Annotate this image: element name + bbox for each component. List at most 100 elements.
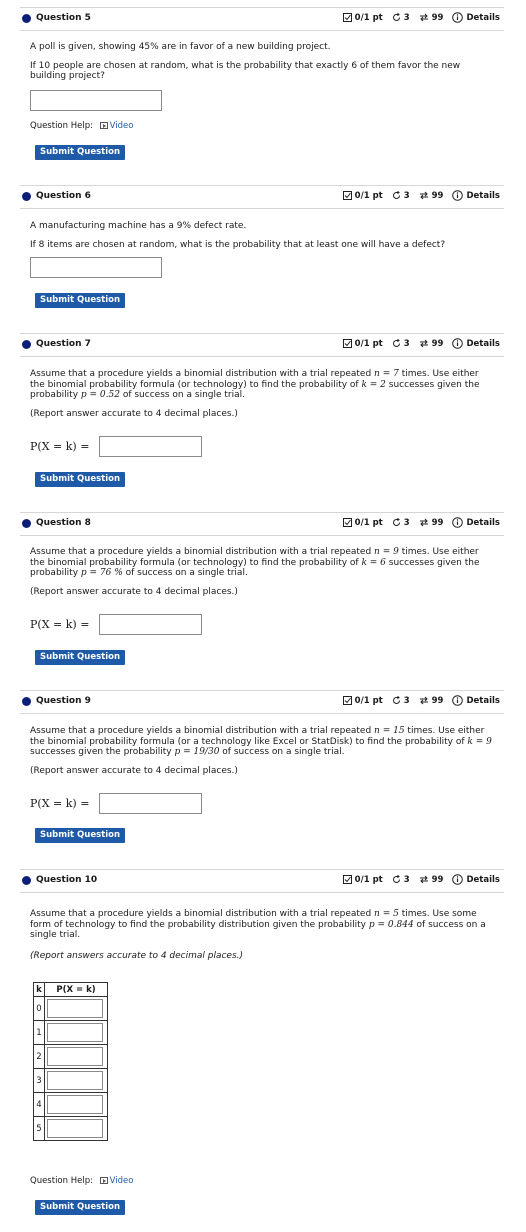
score-text: 0/1 pt [354, 517, 383, 528]
question-text: Assume that a procedure yields a binomia… [30, 726, 492, 757]
info-icon[interactable] [452, 695, 464, 706]
k-value: 3 [33, 1068, 45, 1093]
score-text: 0/1 pt [354, 695, 383, 706]
retry-icon [392, 191, 400, 199]
question-meta: 0/1 pt 3 99 Details [342, 695, 500, 706]
attempts-count: 99 [431, 695, 444, 706]
question-6: Question 6 0/1 pt 3 99 Details A manufac… [20, 185, 504, 325]
video-icon [99, 122, 108, 129]
status-dot [22, 340, 31, 349]
probability-input[interactable] [47, 1119, 103, 1138]
details-link[interactable]: Details [466, 696, 500, 706]
info-icon[interactable] [452, 874, 464, 885]
submit-question-button[interactable]: Submit Question [35, 293, 126, 308]
p-expression: p = 19/30 [174, 747, 220, 757]
question-title: Question 8 [36, 518, 91, 528]
answer-input[interactable] [99, 614, 202, 635]
score-text: 0/1 pt [354, 12, 383, 23]
column-header-k: k [33, 982, 45, 997]
question-header: Question 5 0/1 pt 3 99 Details [20, 7, 504, 31]
score-check-icon [342, 875, 352, 884]
video-link[interactable]: Video [110, 1176, 134, 1186]
details-link[interactable]: Details [466, 339, 500, 349]
probability-input[interactable] [47, 999, 103, 1018]
question-help-label: Question Help: [30, 121, 93, 131]
question-text: A poll is given, showing 45% are in favo… [30, 42, 331, 52]
question-meta: 0/1 pt 3 99 Details [342, 517, 500, 528]
k-value: 5 [33, 1116, 45, 1141]
p-expression: p = 0.844 [368, 919, 414, 930]
report-instruction: (Report answer accurate to 4 decimal pla… [30, 408, 238, 419]
probability-input[interactable] [47, 1023, 103, 1042]
details-link[interactable]: Details [466, 518, 500, 528]
status-dot [22, 14, 31, 23]
report-instruction: (Report answer accurate to 4 decimal pla… [30, 586, 238, 597]
submit-question-button[interactable]: Submit Question [35, 472, 126, 487]
info-icon[interactable] [452, 338, 464, 349]
question-header: Question 10 0/1 pt 3 99 Details [20, 869, 504, 893]
table-row: 0 [33, 996, 108, 1021]
question-title: Question 5 [36, 13, 91, 23]
report-instruction: (Report answers accurate to 4 decimal pl… [30, 950, 244, 961]
k-value: 4 [33, 1092, 45, 1117]
question-text: A manufacturing machine has a 9% defect … [30, 221, 247, 231]
question-help: Question Help: Video [30, 121, 134, 131]
attempts-icon [419, 875, 428, 884]
table-row: 1 [33, 1020, 108, 1045]
question-meta: 0/1 pt 3 99 Details [342, 190, 500, 201]
details-link[interactable]: Details [466, 875, 500, 885]
answer-input[interactable] [99, 436, 202, 457]
question-9: Question 9 0/1 pt 3 99 Details Assume th… [20, 690, 504, 860]
probability-label: P(X = k) = [30, 618, 90, 631]
probability-label: P(X = k) = [30, 440, 90, 453]
info-icon[interactable] [452, 517, 464, 528]
question-text: If 10 people are chosen at random, what … [30, 60, 461, 82]
info-icon[interactable] [452, 190, 464, 201]
details-link[interactable]: Details [466, 191, 500, 201]
answer-input[interactable] [30, 90, 162, 111]
n-expression: n = 5 [374, 909, 399, 919]
attempts-count: 99 [431, 190, 444, 201]
score-text: 0/1 pt [354, 190, 383, 201]
question-title: Question 9 [36, 696, 91, 706]
question-meta: 0/1 pt 3 99 Details [342, 874, 500, 885]
probability-input[interactable] [47, 1047, 103, 1066]
status-dot [22, 876, 31, 885]
submit-question-button[interactable]: Submit Question [35, 1200, 126, 1215]
details-link[interactable]: Details [466, 13, 500, 23]
k-expression: k = 6 [361, 557, 386, 568]
question-8: Question 8 0/1 pt 3 99 Details Assume th… [20, 512, 504, 682]
status-dot [22, 192, 31, 201]
answer-input[interactable] [99, 793, 202, 814]
retry-icon [392, 875, 400, 883]
table-row: 4 [33, 1092, 108, 1117]
video-link[interactable]: Video [110, 121, 134, 131]
question-title: Question 7 [36, 339, 91, 349]
answer-input[interactable] [30, 257, 162, 278]
question-text: Assume that a procedure yields a binomia… [30, 547, 480, 578]
retry-icon [392, 339, 400, 347]
n-expression: n = 9 [374, 547, 399, 557]
status-dot [22, 519, 31, 528]
k-expression: k = 9 [467, 736, 492, 747]
info-icon[interactable] [452, 12, 464, 23]
probability-input[interactable] [47, 1071, 103, 1090]
question-body: A poll is given, showing 45% are in favo… [30, 42, 496, 82]
retry-icon [392, 13, 400, 21]
question-help-label: Question Help: [30, 1176, 93, 1186]
submit-question-button[interactable]: Submit Question [35, 828, 126, 843]
score-text: 0/1 pt [354, 874, 383, 885]
submit-question-button[interactable]: Submit Question [35, 145, 126, 160]
question-body: Assume that a procedure yields a binomia… [30, 547, 496, 597]
submit-question-button[interactable]: Submit Question [35, 650, 126, 665]
score-check-icon [342, 13, 352, 22]
score-check-icon [342, 518, 352, 527]
table-row: 3 [33, 1068, 108, 1093]
attempts-count: 99 [431, 338, 444, 349]
question-text: Assume that a procedure yields a binomia… [30, 369, 480, 400]
question-title: Question 10 [36, 875, 98, 885]
n-expression: n = 7 [374, 369, 399, 379]
k-value: 0 [33, 996, 45, 1021]
question-text: Assume that a procedure yields a binomia… [30, 909, 486, 940]
probability-input[interactable] [47, 1095, 103, 1114]
